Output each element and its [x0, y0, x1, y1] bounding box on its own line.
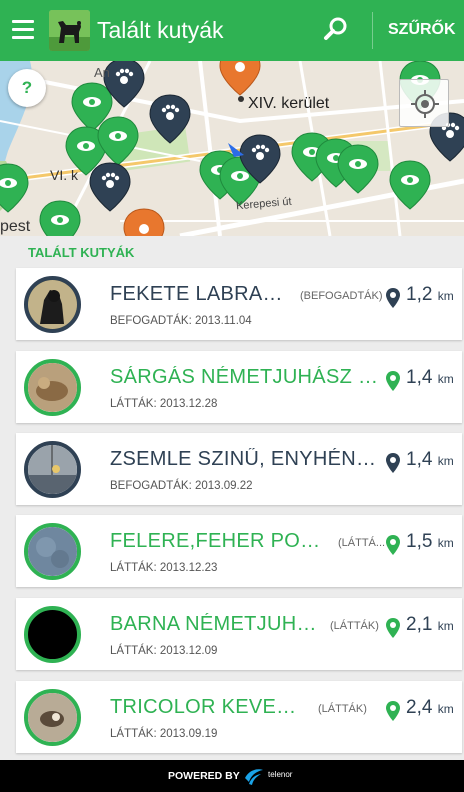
map-area-label: An — [94, 65, 110, 80]
dog-avatar — [24, 359, 81, 416]
dog-list-item[interactable]: TRICOLOR KEVERÉK (LÁTTÁK) 2,4 km LÁTTÁK:… — [16, 681, 462, 753]
dog-status: (LÁTTÁ... — [338, 537, 386, 549]
location-pin-icon — [386, 701, 400, 721]
location-pin-icon — [386, 288, 400, 308]
map-marker-orange[interactable] — [123, 208, 165, 236]
app-logo — [49, 10, 90, 51]
dog-name: BARNA NÉMETJUHÁSZ — [110, 613, 324, 635]
dog-list-item[interactable]: SÁRGÁS NÉMETJUHÁSZ (KE... 1,4 km LÁTTÁK:… — [16, 351, 462, 423]
dog-name: ZSEMLE SZINŰ, ENYHÉN F... — [110, 448, 380, 470]
map-area-label: pest — [0, 218, 31, 235]
dog-list-item[interactable]: ZSEMLE SZINŰ, ENYHÉN F... 1,4 km BEFOGAD… — [16, 433, 462, 505]
filters-button[interactable]: SZŰRŐK — [388, 21, 456, 39]
dog-distance: 2,4 km — [406, 697, 454, 718]
map-district-label: XIV. kerület — [248, 95, 330, 112]
dog-avatar — [24, 689, 81, 746]
map-canvas — [0, 61, 464, 236]
dog-distance: 1,5 km — [406, 531, 454, 552]
app-bar-divider — [372, 12, 373, 49]
dog-date: BEFOGADTÁK: 2013.09.22 — [110, 480, 253, 492]
dog-distance: 1,2 km — [406, 284, 454, 305]
dog-status: (LÁTTÁK) — [330, 620, 379, 632]
dog-map[interactable]: An XIV. kerület VI. k Kerepesi út pest ? — [0, 61, 464, 236]
dog-distance: 1,4 km — [406, 449, 454, 470]
map-help-button[interactable]: ? — [8, 69, 46, 107]
map-marker-seen[interactable] — [337, 144, 379, 194]
location-pin-icon — [386, 535, 400, 555]
footer: POWERED BY telenor — [0, 760, 464, 792]
dog-name: FELERE,FEHER POINT... — [110, 530, 324, 552]
dog-name: SÁRGÁS NÉMETJUHÁSZ (KE... — [110, 366, 380, 388]
map-marker-seen[interactable] — [39, 200, 81, 236]
dog-status: (BEFOGADTÁK) — [300, 290, 383, 302]
map-marker-seen[interactable] — [0, 163, 29, 213]
dog-avatar — [24, 276, 81, 333]
app-title: Talált kutyák — [97, 17, 224, 43]
my-location-button[interactable] — [399, 79, 449, 127]
dog-name: FEKETE LABRADOR — [110, 283, 290, 305]
dog-date: LÁTTÁK: 2013.12.23 — [110, 562, 218, 574]
dog-distance: 1,4 km — [406, 367, 454, 388]
map-marker-orange[interactable] — [219, 61, 261, 96]
search-icon[interactable] — [323, 16, 349, 42]
dog-avatar — [24, 606, 81, 663]
dog-date: BEFOGADTÁK: 2013.11.04 — [110, 315, 252, 327]
dog-date: LÁTTÁK: 2013.09.19 — [110, 728, 218, 740]
location-pin-icon — [386, 453, 400, 473]
app-bar: Talált kutyák SZŰRŐK — [0, 0, 464, 61]
telenor-brand: telenor — [268, 770, 293, 779]
powered-by-label: POWERED BY — [168, 770, 240, 782]
section-title: TALÁLT KUTYÁK — [28, 245, 135, 260]
hamburger-menu-icon[interactable] — [12, 20, 34, 40]
location-pin-icon — [386, 618, 400, 638]
dog-distance: 2,1 km — [406, 614, 454, 635]
dog-status: (LÁTTÁK) — [318, 703, 367, 715]
dog-avatar — [24, 441, 81, 498]
location-pin-icon — [386, 371, 400, 391]
dog-list-item[interactable]: BARNA NÉMETJUHÁSZ (LÁTTÁK) 2,1 km LÁTTÁK… — [16, 598, 462, 670]
dog-date: LÁTTÁK: 2013.12.09 — [110, 645, 218, 657]
dog-avatar — [24, 523, 81, 580]
crosshair-icon — [411, 90, 439, 118]
telenor-logo-icon — [245, 769, 263, 785]
dog-name: TRICOLOR KEVERÉK — [110, 696, 310, 718]
map-marker-adopted[interactable] — [89, 162, 131, 212]
dog-list-item[interactable]: FEKETE LABRADOR (BEFOGADTÁK) BEFOGADTÁK:… — [16, 268, 462, 340]
dog-list-item[interactable]: FELERE,FEHER POINT... (LÁTTÁ... 1,5 km L… — [16, 515, 462, 587]
map-area-label: VI. k — [50, 167, 79, 183]
dog-date: LÁTTÁK: 2013.12.28 — [110, 398, 218, 410]
